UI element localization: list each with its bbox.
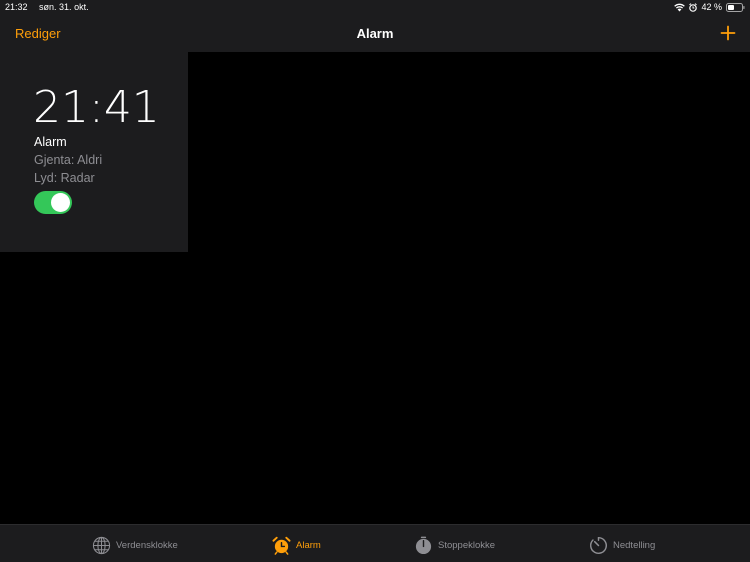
status-bar: 21:32 søn. 31. okt. 42 % bbox=[0, 0, 750, 14]
status-date: søn. 31. okt. bbox=[39, 2, 89, 12]
tab-stopwatch[interactable]: Stoppeklokke bbox=[414, 534, 495, 556]
edit-button[interactable]: Rediger bbox=[15, 26, 61, 41]
tab-label: Nedtelling bbox=[613, 539, 656, 551]
battery-icon bbox=[726, 2, 745, 12]
toggle-knob bbox=[51, 193, 70, 212]
alarm-label: Alarm bbox=[34, 135, 67, 149]
page-title: Alarm bbox=[356, 26, 394, 41]
alarm-repeat: Gjenta: Aldri bbox=[34, 153, 103, 167]
add-alarm-button[interactable] bbox=[720, 25, 736, 41]
tab-bar: Verdensklokke Alarm Stoppeklokke Nedtell… bbox=[0, 524, 750, 562]
battery-percent: 42 % bbox=[701, 2, 722, 12]
alarm-toggle[interactable] bbox=[34, 191, 72, 214]
alarm-status-icon bbox=[689, 2, 698, 12]
tab-timer[interactable]: Nedtelling bbox=[589, 534, 655, 556]
alarm-sound: Lyd: Radar bbox=[34, 171, 95, 185]
globe-icon bbox=[92, 536, 111, 554]
status-time: 21:32 bbox=[5, 2, 28, 12]
wifi-icon bbox=[674, 3, 686, 11]
alarm-card[interactable]: 21:41 Alarm Gjenta: Aldri Lyd: Radar bbox=[0, 52, 188, 252]
navigation-bar: Rediger Alarm bbox=[0, 14, 750, 52]
tab-alarm[interactable]: Alarm bbox=[272, 534, 321, 556]
tab-label: Stoppeklokke bbox=[438, 539, 496, 551]
tab-world-clock[interactable]: Verdensklokke bbox=[92, 534, 178, 556]
timer-icon bbox=[590, 536, 607, 554]
alarm-clock-icon bbox=[272, 536, 291, 555]
alarm-time: 21:41 bbox=[33, 82, 160, 133]
tab-label: Alarm bbox=[296, 539, 321, 551]
stopwatch-icon bbox=[415, 536, 432, 554]
tab-label: Verdensklokke bbox=[116, 539, 178, 551]
